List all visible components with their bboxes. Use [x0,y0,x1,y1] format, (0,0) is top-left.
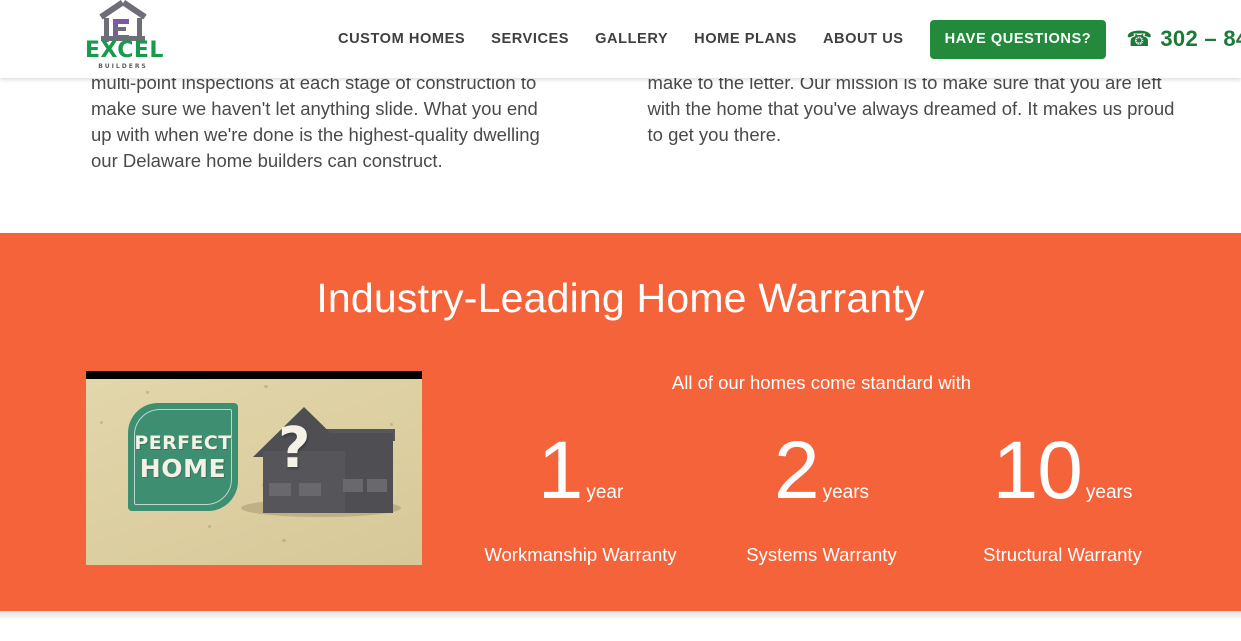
video-top-bar [86,371,422,379]
perfect-home-line1: PERFECT [134,432,232,454]
logo-tagline-text: BUILDERS [98,63,148,70]
nav-custom-homes[interactable]: CUSTOM HOMES [338,31,465,47]
warranty-stat-structural: 10 years Structural Warranty [942,425,1183,567]
stat-figure: 1 year [460,425,701,517]
logo-e-top [113,19,129,24]
page-content: the toughest standards that we can set. … [0,0,1241,641]
warranty-lead-text: All of our homes come standard with [671,372,972,393]
stat-number: 10 [992,425,1083,516]
house-window [343,479,363,492]
telephone-icon: ☎ [1126,26,1153,51]
perfect-home-badge: PERFECT HOME [128,403,238,511]
stat-label: Systems Warranty [746,544,897,565]
stat-figure: 10 years [942,425,1183,517]
nav-about-us[interactable]: ABOUT US [823,31,904,47]
stat-unit: year [586,482,624,503]
perfect-home-line2: HOME [139,454,227,483]
video-frame: PERFECT HOME ? [86,379,422,565]
phone-link[interactable]: ☎ 302 – 841 – 5752 [1126,26,1241,52]
house-with-e-icon [99,0,147,42]
texture-speck [146,391,149,394]
site-logo[interactable]: EXCEL BUILDERS [85,0,164,72]
perfect-home-badge-text: PERFECT HOME [128,431,238,483]
stat-number: 2 [773,425,820,516]
warranty-stat-workmanship: 1 year Workmanship Warranty [460,425,701,567]
stat-unit: years [1085,482,1133,503]
stat-number: 1 [537,425,584,516]
have-questions-button[interactable]: HAVE QUESTIONS? [929,19,1107,59]
section-below-warranty [0,611,1241,641]
texture-speck [100,421,103,424]
question-mark-icon: ? [278,416,311,481]
nav-home-plans[interactable]: HOME PLANS [694,31,797,47]
site-header: EXCEL BUILDERS CUSTOM HOMES SERVICES GAL… [0,0,1241,78]
house-window [299,483,321,496]
texture-speck [282,539,286,542]
house-window [269,483,291,496]
nav-gallery[interactable]: GALLERY [595,31,668,47]
logo-roof-left [99,0,125,20]
warranty-stat-systems: 2 years Systems Warranty [701,425,942,567]
phone-number-text: 302 – 841 – 5752 [1160,26,1241,51]
logo-brand-text: EXCEL [85,38,164,63]
logo-e-mid [113,27,126,31]
section-shadow [0,611,1241,620]
texture-speck [208,525,211,528]
nav-services[interactable]: SERVICES [491,31,569,47]
logo-roof-right [121,0,147,20]
stat-figure: 2 years [701,425,942,517]
main-navigation: CUSTOM HOMES SERVICES GALLERY HOME PLANS… [338,0,1241,78]
stat-unit: years [822,482,870,503]
stat-label: Workmanship Warranty [484,544,677,565]
warranty-section-title: Industry-Leading Home Warranty [316,275,925,321]
texture-speck [264,385,268,388]
warranty-video-thumbnail[interactable]: PERFECT HOME ? [81,371,422,565]
warranty-stats-row: 1 year Workmanship Warranty 2 years System… [460,425,1183,567]
house-illustration [251,407,395,517]
house-window [367,479,387,492]
stat-label: Structural Warranty [983,544,1142,565]
